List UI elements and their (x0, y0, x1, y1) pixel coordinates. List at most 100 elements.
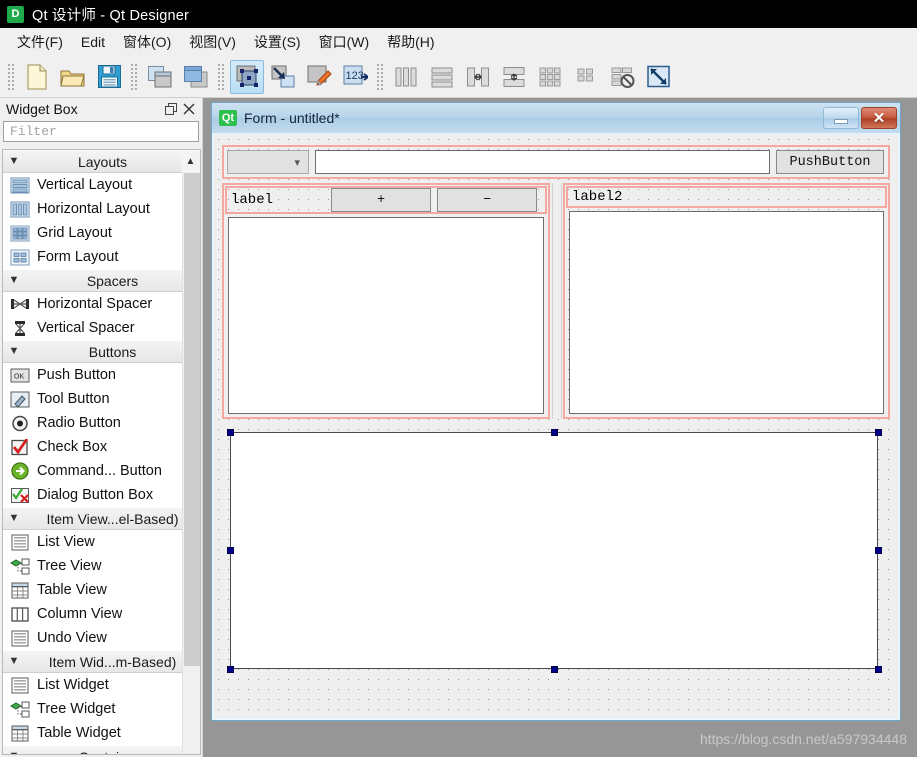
group-header-item-views[interactable]: ▼ Item View...el-Based) (3, 507, 200, 530)
widget-item-label: Dialog Button Box (37, 487, 154, 503)
close-icon[interactable] (180, 100, 198, 118)
menu-view-label: 视图(V) (189, 33, 236, 50)
layout-form-icon[interactable] (569, 60, 603, 94)
layout-vertical-icon[interactable] (425, 60, 459, 94)
scroll-up-icon[interactable]: ▲ (181, 151, 200, 172)
layout-horizontal-icon[interactable] (389, 60, 423, 94)
layout-grid-icon[interactable] (533, 60, 567, 94)
edit-tab-order-icon[interactable]: 123 (338, 60, 372, 94)
widget-item-tool-button[interactable]: Tool Button (3, 387, 200, 411)
resize-handle-middle-left[interactable] (227, 547, 234, 554)
menu-settings[interactable]: 设置(S) (245, 29, 310, 55)
vertical-splitter-handle[interactable] (552, 183, 562, 419)
resize-handle-bottom-center[interactable] (551, 666, 558, 673)
layout-splitter-horizontal-icon[interactable] (461, 60, 495, 94)
float-icon[interactable] (162, 100, 180, 118)
cascade-windows-icon[interactable] (143, 60, 177, 94)
menu-window[interactable]: 窗口(W) (310, 29, 379, 55)
right-list-view[interactable] (569, 211, 884, 414)
edit-buddies-icon[interactable] (302, 60, 336, 94)
minus-button[interactable]: − (437, 188, 537, 212)
designer-app-icon: D (7, 5, 24, 23)
new-file-icon[interactable] (20, 60, 54, 94)
widget-item-form-layout[interactable]: Form Layout (3, 245, 200, 269)
widget-item-column-view[interactable]: Column View (3, 602, 200, 626)
plus-button[interactable]: + (331, 188, 431, 212)
selected-text-widget[interactable] (230, 432, 878, 669)
edit-signals-slots-icon[interactable] (266, 60, 300, 94)
minus-button-label: − (482, 192, 492, 208)
widget-list[interactable]: ▼ Layouts ▲ Vertical Layout Horizontal L… (2, 149, 201, 755)
widget-item-grid-layout[interactable]: Grid Layout (3, 221, 200, 245)
chevron-down-icon: ▾ (294, 156, 300, 169)
edit-widgets-icon[interactable] (230, 59, 264, 94)
menu-file[interactable]: 文件(F) (8, 29, 72, 55)
tool-button-icon (9, 390, 31, 408)
widget-item-table-widget[interactable]: Table Widget (3, 721, 200, 745)
group-header-layouts[interactable]: ▼ Layouts ▲ (3, 150, 200, 173)
widget-item-command-link-button[interactable]: Command... Button (3, 459, 200, 483)
resize-handle-middle-right[interactable] (875, 547, 882, 554)
group-label-containers: Containers (25, 749, 200, 755)
widget-item-horizontal-layout[interactable]: Horizontal Layout (3, 197, 200, 221)
widget-item-vertical-spacer[interactable]: Vertical Spacer (3, 316, 200, 340)
menu-help[interactable]: 帮助(H) (378, 29, 443, 55)
widget-item-tree-view[interactable]: Tree View (3, 554, 200, 578)
layout-splitter-vertical-icon[interactable] (497, 60, 531, 94)
chevron-down-icon: ▼ (8, 274, 20, 286)
menu-form-label: 窗体(O) (123, 33, 172, 50)
resize-handle-bottom-left[interactable] (227, 666, 234, 673)
widget-item-vertical-layout[interactable]: Vertical Layout (3, 173, 200, 197)
left-list-view[interactable] (228, 217, 544, 414)
widget-item-check-box[interactable]: Check Box (3, 435, 200, 459)
widget-item-label: Tool Button (37, 391, 110, 407)
svg-text:OK: OK (14, 373, 24, 380)
search-input[interactable] (8, 123, 198, 140)
lineEdit[interactable] (315, 150, 770, 174)
menu-view[interactable]: 视图(V) (180, 29, 245, 55)
open-folder-icon[interactable] (56, 60, 90, 94)
resize-handle-top-left[interactable] (227, 429, 234, 436)
widget-item-list-view[interactable]: List View (3, 530, 200, 554)
form-window: Qt Form - untitled* ✕ ▾ PushButton label… (211, 102, 901, 721)
label-left[interactable]: label (229, 189, 319, 211)
widget-item-list-widget[interactable]: List Widget (3, 673, 200, 697)
widget-item-undo-view[interactable]: Undo View (3, 626, 200, 650)
scrollbar-thumb[interactable] (184, 173, 200, 666)
label-right[interactable]: label2 (570, 187, 710, 207)
widget-list-scrollbar[interactable] (182, 172, 200, 754)
vertical-spacer-icon (9, 319, 31, 337)
group-label-buttons: Buttons (88, 343, 137, 360)
widget-item-dialog-button-box[interactable]: Dialog Button Box (3, 483, 200, 507)
comboBox[interactable]: ▾ (227, 150, 309, 174)
toolbar-grip[interactable] (376, 62, 385, 91)
resize-handle-bottom-right[interactable] (875, 666, 882, 673)
save-floppy-icon[interactable] (92, 60, 126, 94)
form-canvas[interactable]: ▾ PushButton label + − label2 (214, 135, 898, 718)
widget-item-table-view[interactable]: Table View (3, 578, 200, 602)
adjust-size-icon[interactable] (641, 60, 675, 94)
widget-item-push-button[interactable]: OK Push Button (3, 363, 200, 387)
filter-field-wrapper[interactable] (3, 121, 199, 142)
vertical-layout-icon (9, 176, 31, 194)
toolbar-grip[interactable] (130, 62, 139, 91)
minimize-icon[interactable] (823, 107, 859, 129)
group-header-spacers[interactable]: ▼ Spacers (3, 269, 200, 292)
tile-windows-icon[interactable] (179, 60, 213, 94)
group-header-buttons[interactable]: ▼ Buttons (3, 340, 200, 363)
break-layout-icon[interactable] (605, 60, 639, 94)
close-icon[interactable]: ✕ (861, 107, 897, 129)
menu-form[interactable]: 窗体(O) (114, 29, 180, 55)
widget-item-horizontal-spacer[interactable]: Horizontal Spacer (3, 292, 200, 316)
resize-handle-top-right[interactable] (875, 429, 882, 436)
push-button[interactable]: PushButton (776, 150, 884, 174)
toolbar-grip[interactable] (7, 62, 16, 91)
group-header-containers[interactable]: ▼ Containers (3, 745, 200, 755)
widget-item-tree-widget[interactable]: Tree Widget (3, 697, 200, 721)
toolbar-grip[interactable] (217, 62, 226, 91)
menu-edit[interactable]: Edit (72, 31, 114, 53)
horizontal-spacer-icon (9, 295, 31, 313)
group-header-item-widgets[interactable]: ▼ Item Wid...m-Based) (3, 650, 200, 673)
widget-item-radio-button[interactable]: Radio Button (3, 411, 200, 435)
resize-handle-top-center[interactable] (551, 429, 558, 436)
